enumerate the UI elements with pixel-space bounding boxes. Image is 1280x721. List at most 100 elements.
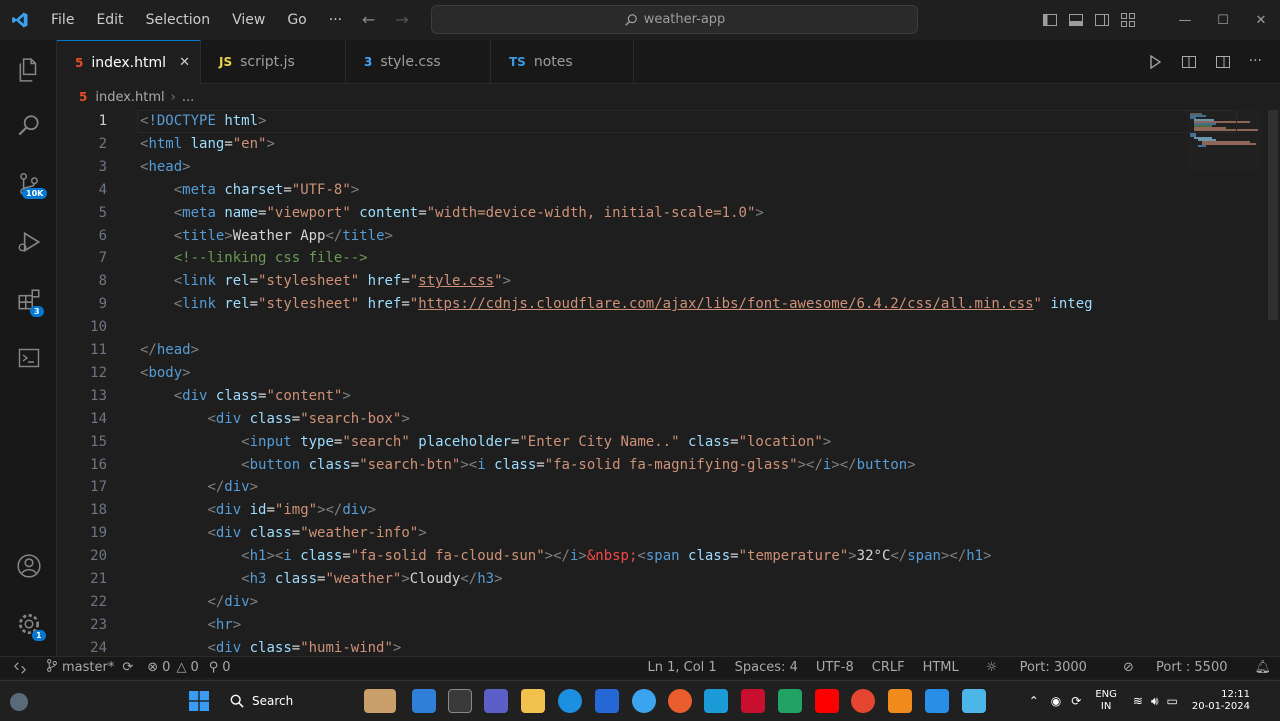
code-line[interactable]: 20 <h1><i class="fa-solid fa-cloud-sun">…	[57, 545, 1280, 568]
run-debug-icon[interactable]	[0, 218, 57, 266]
breadcrumb-more[interactable]: ...	[182, 90, 194, 105]
minimize-icon[interactable]: —	[1166, 13, 1204, 28]
menu-more[interactable]: ···	[318, 12, 353, 28]
battery-icon[interactable]: ▭	[1167, 694, 1178, 708]
code-line[interactable]: 14 <div class="search-box">	[57, 408, 1280, 431]
code-line[interactable]: 19 <div class="weather-info">	[57, 522, 1280, 545]
code-line[interactable]: 10	[57, 316, 1280, 339]
code-line[interactable]: 22 </div>	[57, 591, 1280, 614]
code-line[interactable]: 16 <button class="search-btn"><i class="…	[57, 454, 1280, 477]
code-line[interactable]: 23 <hr>	[57, 614, 1280, 637]
mcafee-icon[interactable]	[741, 689, 765, 713]
code-line[interactable]: 13 <div class="content">	[57, 385, 1280, 408]
notifications-bell-icon[interactable]: 🔔︎	[1245, 660, 1280, 675]
clock[interactable]: 12:11 20-01-2024	[1192, 689, 1250, 713]
port-3000[interactable]: ☼ Port: 3000	[968, 660, 1105, 675]
code-editor[interactable]: 1 <!DOCTYPE html> 2 <html lang="en"> 3 <head>…	[57, 110, 1280, 656]
tab-index-html[interactable]: 5 index.html ✕	[57, 40, 201, 84]
more-actions-icon[interactable]: ···	[1249, 54, 1262, 70]
menu-view[interactable]: View	[221, 12, 276, 28]
code-line[interactable]: 8 <link rel="stylesheet" href="style.css…	[57, 270, 1280, 293]
vscode-taskbar-icon[interactable]	[925, 689, 949, 713]
taskbar-search[interactable]: Search	[220, 687, 350, 715]
copilot-icon[interactable]	[412, 689, 436, 713]
snipping-tool-icon[interactable]	[962, 689, 986, 713]
run-icon[interactable]	[1147, 54, 1163, 70]
tab-style-css[interactable]: 3 style.css	[346, 40, 491, 84]
mysql-icon[interactable]	[704, 689, 728, 713]
remote-indicator-icon[interactable]	[0, 657, 40, 679]
weather-app-icon[interactable]	[632, 689, 656, 713]
chrome-icon[interactable]	[851, 689, 875, 713]
ports-icon[interactable]: ⚲	[209, 660, 219, 675]
warning-count[interactable]: 0	[190, 660, 198, 675]
wifi-icon[interactable]: ≋	[1133, 694, 1143, 708]
code-line[interactable]: 6 <title>Weather App</title>	[57, 225, 1280, 248]
code-line[interactable]: 21 <h3 class="weather">Cloudy</h3>	[57, 568, 1280, 591]
manage-gear-icon[interactable]: 1	[0, 600, 57, 648]
code-line[interactable]: 9 <link rel="stylesheet" href="https://c…	[57, 293, 1280, 316]
indentation[interactable]: Spaces: 4	[726, 660, 807, 675]
show-hidden-icons-icon[interactable]: ⌃	[1029, 694, 1039, 708]
code-line[interactable]: 24 <div class="humi-wind">	[57, 637, 1280, 656]
menu-edit[interactable]: Edit	[85, 12, 134, 28]
encoding[interactable]: UTF-8	[807, 660, 863, 675]
terminal-view-icon[interactable]	[0, 334, 57, 382]
code-line[interactable]: 7 <!--linking css file-->	[57, 247, 1280, 270]
menu-go[interactable]: Go	[276, 12, 317, 28]
tab-script-js[interactable]: JS script.js	[201, 40, 346, 84]
warning-icon[interactable]: △	[176, 660, 186, 675]
code-line[interactable]: 5 <meta name="viewport" content="width=d…	[57, 202, 1280, 225]
close-tab-icon[interactable]: ✕	[179, 55, 190, 70]
command-center[interactable]: weather-app	[431, 5, 918, 34]
store-icon[interactable]	[595, 689, 619, 713]
error-count[interactable]: 0	[162, 660, 170, 675]
toggle-primary-sidebar-icon[interactable]	[1042, 12, 1058, 28]
code-line[interactable]: 4 <meta charset="UTF-8">	[57, 179, 1280, 202]
port-5500[interactable]: ⊘ Port : 5500	[1105, 660, 1246, 675]
accounts-icon[interactable]	[0, 542, 57, 590]
menu-file[interactable]: File	[40, 12, 85, 28]
split-editor-icon[interactable]	[1215, 54, 1231, 70]
customize-layout-icon[interactable]	[1120, 12, 1136, 28]
teams-icon[interactable]	[484, 689, 508, 713]
forward-arrow-icon[interactable]: →	[395, 10, 408, 29]
breadcrumb-file[interactable]: index.html	[95, 90, 164, 105]
branch-name[interactable]: master*	[62, 660, 114, 675]
explorer-icon[interactable]	[0, 46, 57, 94]
tab-notes[interactable]: TS notes	[491, 40, 634, 84]
code-line[interactable]: 1 <!DOCTYPE html>	[57, 110, 1280, 133]
update-icon[interactable]: ⟳	[1071, 694, 1081, 708]
language-mode[interactable]: HTML	[914, 660, 968, 675]
windows-start-icon[interactable]	[189, 691, 209, 711]
open-changes-icon[interactable]	[1181, 54, 1197, 70]
toggle-panel-icon[interactable]	[1068, 12, 1084, 28]
vlc-icon[interactable]	[888, 689, 912, 713]
code-line[interactable]: 15 <input type="search" placeholder="Ent…	[57, 431, 1280, 454]
toggle-secondary-sidebar-icon[interactable]	[1094, 12, 1110, 28]
ports-count[interactable]: 0	[222, 660, 230, 675]
youtube-icon[interactable]	[815, 689, 839, 713]
code-line[interactable]: 11 </head>	[57, 339, 1280, 362]
maximize-icon[interactable]: ☐	[1204, 13, 1242, 28]
search-highlight-icon[interactable]	[364, 689, 396, 713]
vpn-icon[interactable]: ◉	[1051, 694, 1061, 708]
error-icon[interactable]: ⊗	[147, 660, 158, 675]
file-explorer-icon[interactable]	[521, 689, 545, 713]
source-control-icon[interactable]: 10K	[0, 160, 57, 208]
task-view-icon[interactable]	[448, 689, 472, 713]
code-line[interactable]: 3 <head>	[57, 156, 1280, 179]
end-of-line[interactable]: CRLF	[863, 660, 914, 675]
code-line[interactable]: 12 <body>	[57, 362, 1280, 385]
close-window-icon[interactable]: ✕	[1242, 13, 1280, 28]
back-arrow-icon[interactable]: ←	[362, 10, 375, 29]
spreadsheet-icon[interactable]	[778, 689, 802, 713]
widgets-icon[interactable]	[10, 693, 28, 711]
code-line[interactable]: 18 <div id="img"></div>	[57, 499, 1280, 522]
code-line[interactable]: 2 <html lang="en">	[57, 133, 1280, 156]
code-line[interactable]: 17 </div>	[57, 476, 1280, 499]
firefox-icon[interactable]	[668, 689, 692, 713]
volume-icon[interactable]: 🔊︎	[1151, 694, 1159, 709]
language-indicator[interactable]: ENG IN	[1095, 689, 1117, 713]
edge-icon[interactable]	[558, 689, 582, 713]
